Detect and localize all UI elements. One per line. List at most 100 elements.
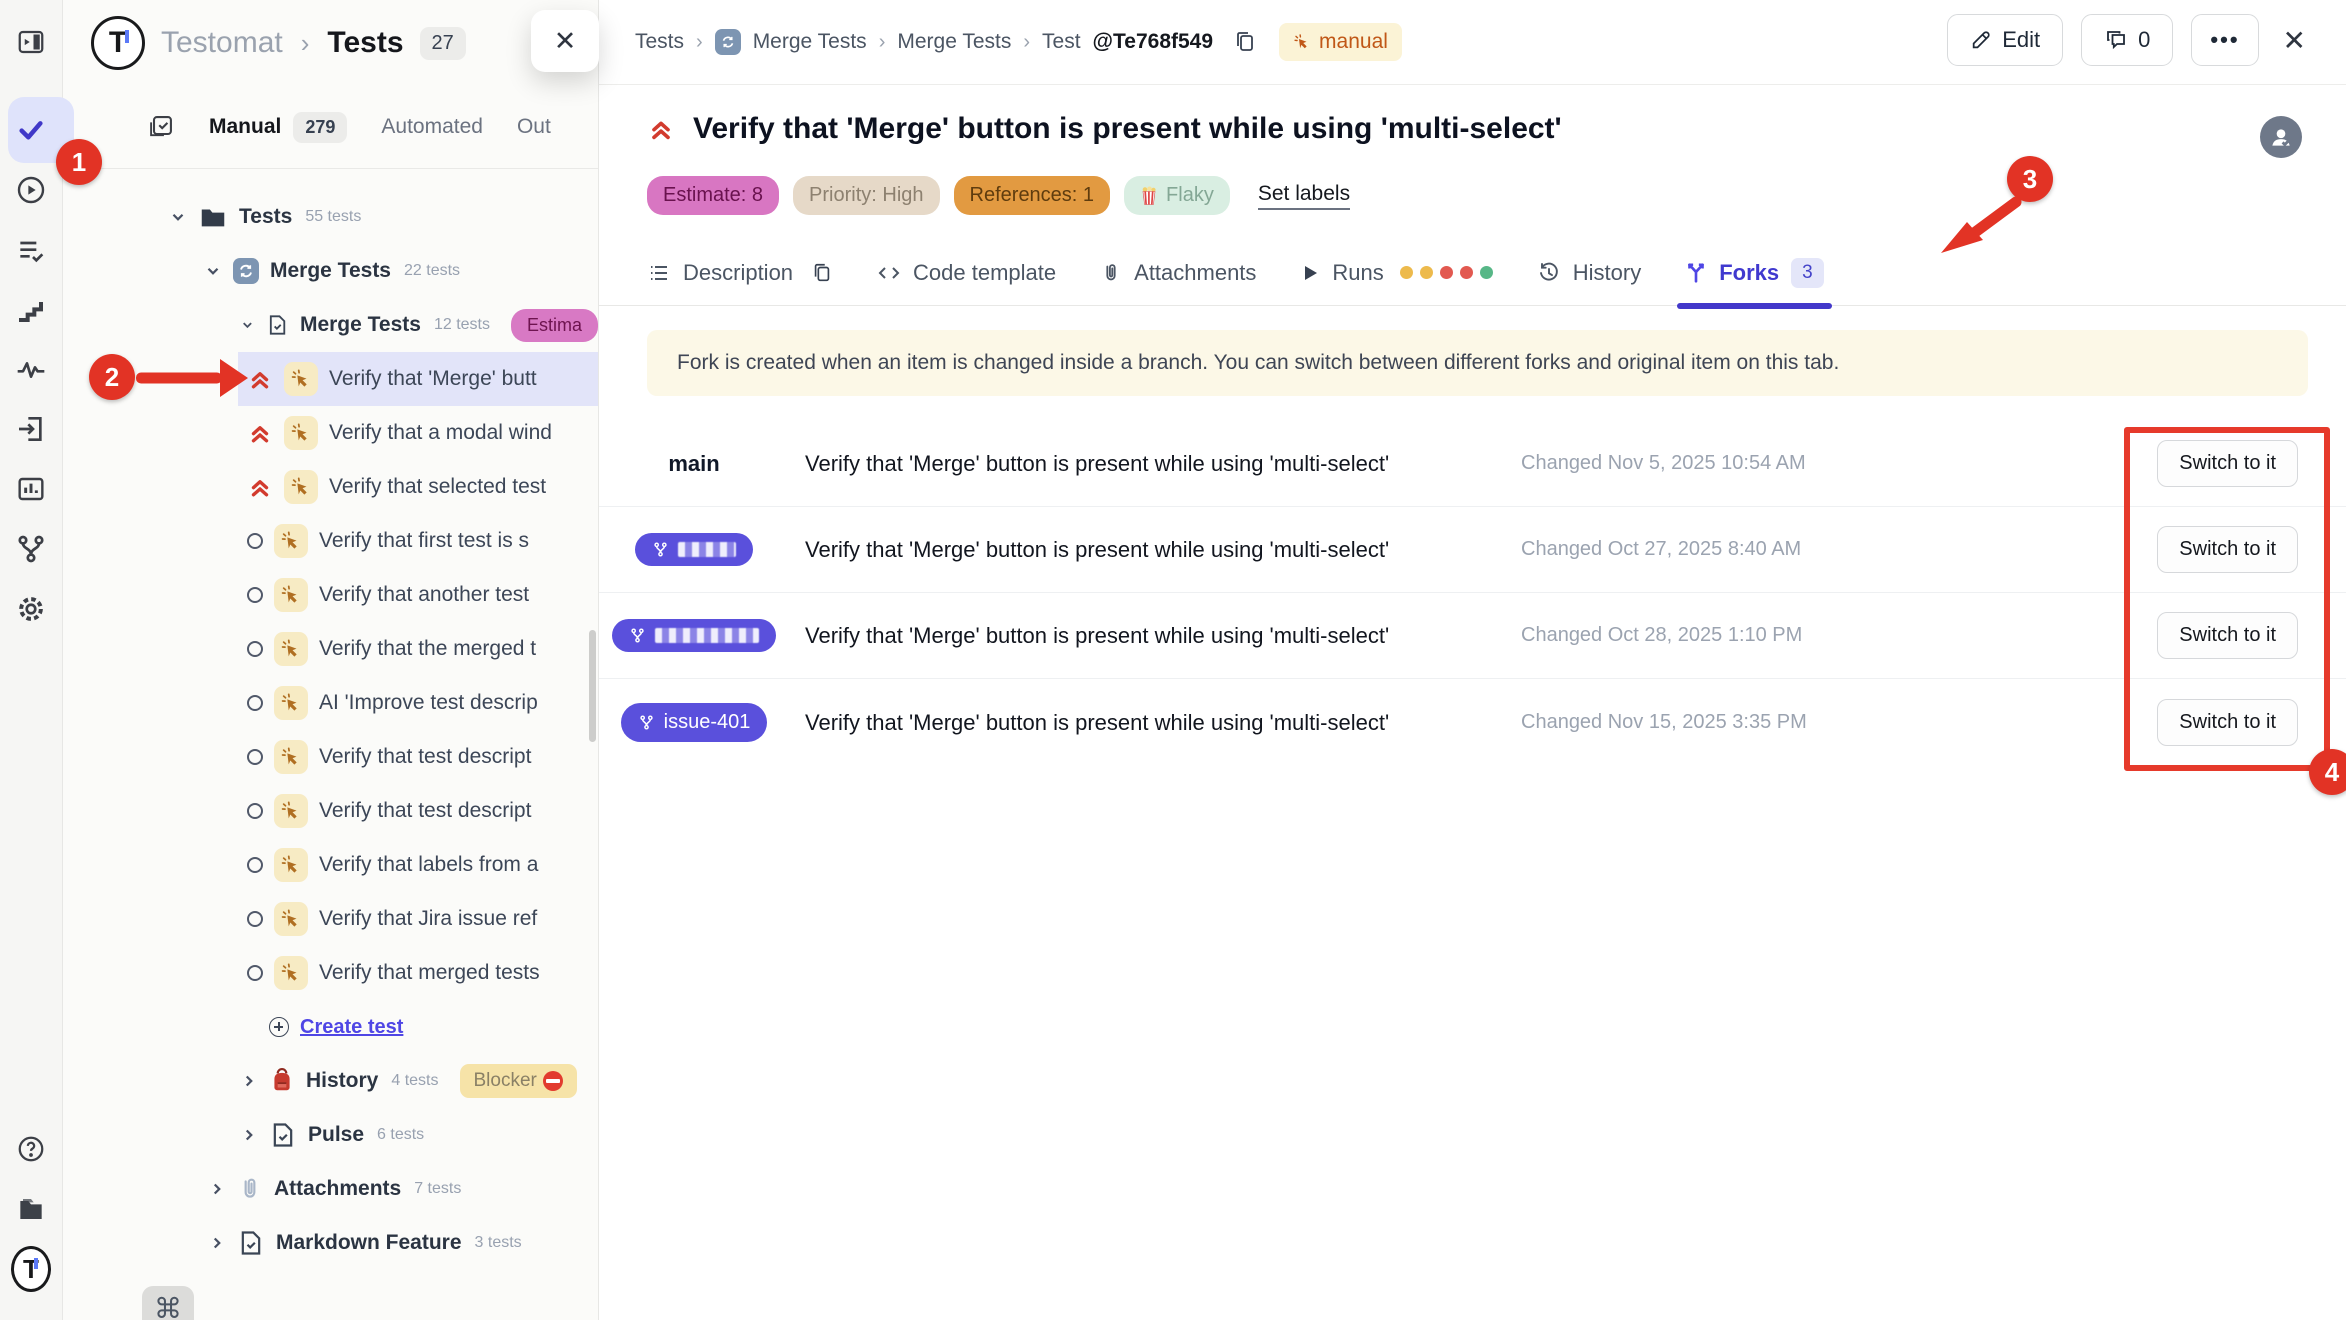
click-emoji-icon (274, 524, 308, 558)
tree-scrollbar[interactable] (589, 630, 596, 742)
tree-row-pulse[interactable]: Pulse 6 tests (63, 1108, 598, 1162)
tab-runs[interactable]: Runs (1300, 260, 1492, 286)
settings-icon[interactable] (11, 589, 51, 629)
tree-row-test[interactable]: AI 'Improve test descrip (63, 676, 598, 730)
copy-id-icon[interactable] (1233, 30, 1257, 54)
tab-code-template[interactable]: Code template (877, 260, 1056, 286)
breadcrumb-app: Testomat (161, 26, 283, 60)
tab-forks[interactable]: Forks 3 (1685, 258, 1824, 288)
history-clock-icon (1537, 261, 1561, 285)
annotation-rect-4 (2124, 427, 2330, 771)
close-detail-icon[interactable]: ✕ (2277, 24, 2312, 57)
edit-button[interactable]: Edit (1947, 14, 2063, 66)
projects-folder-icon[interactable] (11, 1189, 51, 1229)
tab-automated[interactable]: Automated (381, 115, 483, 139)
paperclip-icon (1100, 262, 1122, 284)
create-test-link[interactable]: Create test (63, 1000, 598, 1054)
fork-title: Verify that 'Merge' button is present wh… (805, 446, 1505, 481)
priority-highest-icon (247, 366, 273, 392)
backpack-emoji-icon (269, 1068, 295, 1094)
status-circle-icon (247, 695, 263, 711)
estimate-badge: Estima (511, 309, 598, 342)
annotation-circle-1: 1 (56, 139, 102, 185)
status-circle-icon (247, 587, 263, 603)
tree-row-test[interactable]: Verify that test descript (63, 730, 598, 784)
breadcrumb-separator: › (1023, 31, 1030, 54)
play-icon (1300, 263, 1320, 283)
fork-title: Verify that 'Merge' button is present wh… (805, 618, 1505, 653)
fork-icon (638, 714, 655, 731)
priority-highest-icon (647, 115, 675, 143)
tree-row-attachments[interactable]: Attachments 7 tests (63, 1162, 598, 1216)
close-tree-button[interactable]: ✕ (531, 10, 599, 72)
import-icon[interactable] (11, 409, 51, 449)
document-check-icon (269, 1121, 297, 1149)
click-emoji-icon (274, 956, 308, 990)
pulse-icon[interactable] (11, 350, 51, 390)
tree-row-test[interactable]: Verify that merged tests (63, 946, 598, 1000)
checklist-icon[interactable] (11, 231, 51, 271)
click-emoji-icon (284, 416, 318, 450)
chevron-right-icon (208, 1180, 226, 1198)
tab-manual[interactable]: Manual 279 (209, 112, 347, 143)
tree-row-test[interactable]: Verify that the merged t (63, 622, 598, 676)
annotation-arrow-2 (136, 355, 248, 401)
tab-description[interactable]: Description (647, 260, 833, 286)
breadcrumb-merge-tests[interactable]: Merge Tests (753, 30, 867, 54)
chevron-down-icon (240, 316, 255, 334)
tree-row-merge-tests-file[interactable]: Merge Tests 12 tests Estima (63, 298, 598, 352)
analytics-icon[interactable] (11, 469, 51, 509)
tree-row-merge-tests-suite[interactable]: Merge Tests 22 tests (63, 244, 598, 298)
runs-icon[interactable] (11, 170, 51, 210)
tree-row-test[interactable]: Verify that a modal wind (63, 406, 598, 460)
tests-icon[interactable] (11, 110, 51, 150)
tree-rows: Tests 55 tests Merge Tests 22 tests Merg… (63, 190, 598, 1270)
tree-row-tests[interactable]: Tests 55 tests (63, 190, 598, 244)
label-estimate: Estimate: 8 (647, 176, 779, 215)
command-palette-button[interactable]: ⌘ (142, 1286, 194, 1320)
sync-emoji-icon (233, 258, 259, 284)
comments-button[interactable]: 0 (2081, 14, 2173, 66)
branch-badge-issue-401: issue-401 (621, 703, 768, 742)
fork-changed-date: Changed Oct 28, 2025 1:10 PM (1521, 624, 2130, 647)
branches-icon[interactable] (11, 529, 51, 569)
tree-row-markdown-feature[interactable]: Markdown Feature 3 tests (63, 1216, 598, 1270)
collapse-panel-icon[interactable] (11, 22, 51, 62)
steps-icon[interactable] (11, 290, 51, 330)
breadcrumb-merge-tests-2[interactable]: Merge Tests (897, 30, 1011, 54)
help-icon[interactable] (11, 1129, 51, 1169)
tree-row-test[interactable]: Verify that labels from a (63, 838, 598, 892)
tab-attachments[interactable]: Attachments (1100, 260, 1256, 286)
click-emoji-icon (274, 632, 308, 666)
tree-row-test[interactable]: Verify that another test (63, 568, 598, 622)
fork-changed-date: Changed Nov 5, 2025 10:54 AM (1521, 452, 2130, 475)
select-all-icon[interactable] (147, 113, 175, 141)
fork-title: Verify that 'Merge' button is present wh… (805, 532, 1505, 567)
redacted-branch-name (678, 542, 736, 557)
pencil-icon (1970, 29, 1992, 51)
status-circle-icon (247, 911, 263, 927)
tree-row-test[interactable]: Verify that selected test (63, 460, 598, 514)
set-labels-link[interactable]: Set labels (1258, 182, 1350, 210)
breadcrumb-section[interactable]: Tests (327, 26, 403, 60)
fork-row-branch: Verify that 'Merge' button is present wh… (599, 593, 2346, 679)
icon-rail: T (0, 0, 63, 1320)
tree-row-test[interactable]: Verify that first test is s (63, 514, 598, 568)
copy-description-icon[interactable] (811, 262, 833, 284)
tab-outdated[interactable]: Out (517, 115, 551, 139)
blocker-badge: Blocker (460, 1064, 577, 1098)
breadcrumb-tests[interactable]: Tests (635, 30, 684, 54)
tree-row-test[interactable]: Verify that test descript (63, 784, 598, 838)
more-actions-button[interactable]: ••• (2191, 14, 2258, 66)
testomat-logo-icon[interactable]: T (11, 1249, 51, 1289)
testomat-logo[interactable]: T (91, 16, 145, 70)
status-circle-icon (247, 533, 263, 549)
breadcrumb-separator: › (696, 31, 703, 54)
tree-row-test[interactable]: Verify that Jira issue ref (63, 892, 598, 946)
chevron-right-icon (208, 1234, 226, 1252)
page-title: Verify that 'Merge' button is present wh… (693, 112, 1562, 146)
test-id: @Te768f549 (1093, 30, 1214, 54)
label-flaky: Flaky (1124, 176, 1230, 215)
tree-row-history[interactable]: History 4 tests Blocker (63, 1054, 598, 1108)
tab-history[interactable]: History (1537, 260, 1641, 286)
